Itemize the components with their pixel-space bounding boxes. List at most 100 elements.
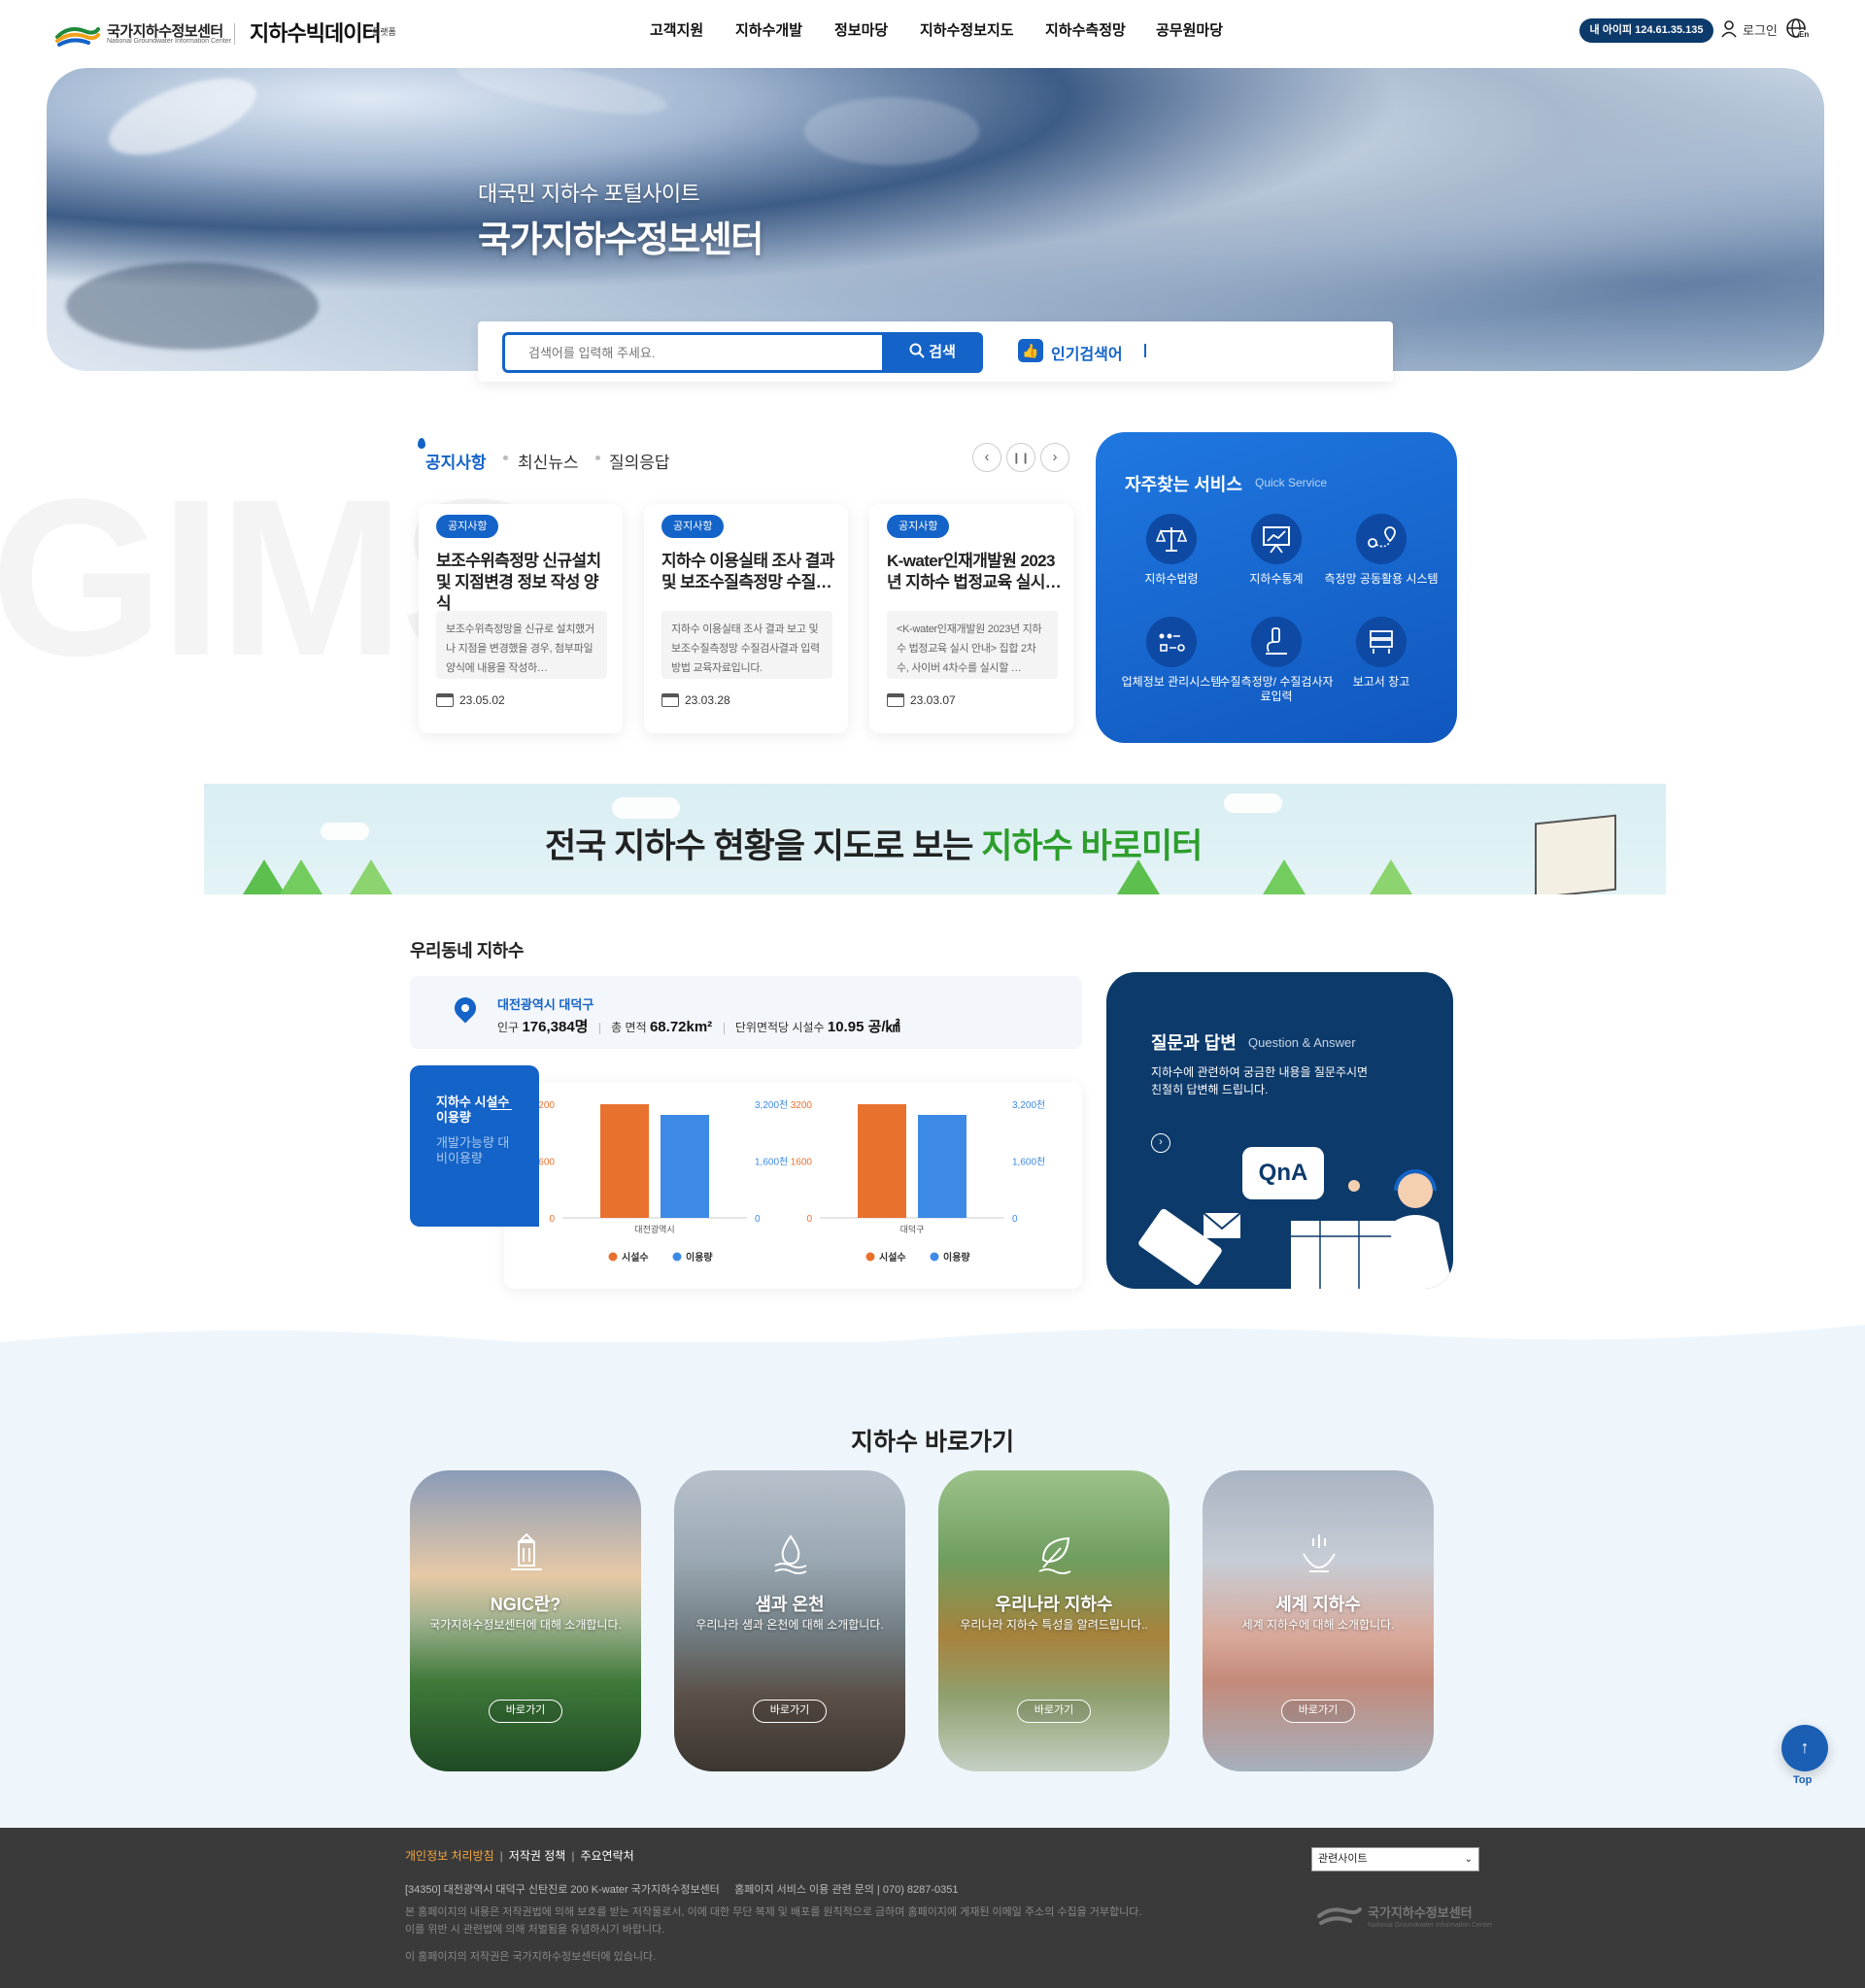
notice-card[interactable]: 공지사항 K-water인재개발원 2023년 지하수 법정교육 실시… <K-… [869, 504, 1073, 733]
nav-groundwater-map[interactable]: 지하수정보지도 [920, 19, 1014, 40]
quick-item-statistics[interactable]: 지하수통계 [1218, 514, 1335, 587]
popular-keywords[interactable]: 👍 인기검색어 [1018, 339, 1123, 364]
quick-item-law[interactable]: 지하수법령 [1113, 514, 1230, 587]
y-tick-label-right: 3,200천 [755, 1099, 788, 1111]
qna-panel[interactable]: 질문과 답변 Question & Answer 지하수에 관련하여 궁금한 내… [1106, 972, 1453, 1289]
shortcut-card-springs[interactable]: 샘과 온천 우리나라 샘과 온천에 대해 소개합니다. 바로가기 [674, 1470, 905, 1771]
chevron-down-icon: ⌄ [1464, 1854, 1473, 1865]
notice-date-text: 23.03.28 [685, 693, 730, 707]
banner-text: 전국 지하수 현황을 지도로 보는 [545, 827, 973, 865]
footer-link-privacy[interactable]: 개인정보 처리방침 [405, 1849, 494, 1863]
shortcut-go-button[interactable]: 바로가기 [489, 1700, 562, 1723]
shortcut-desc: 우리나라 샘과 온천에 대해 소개합니다. [695, 1618, 884, 1632]
bar-usage [661, 1114, 709, 1218]
shortcut-go-button[interactable]: 바로가기 [753, 1700, 827, 1723]
shortcut-desc: 세계 지하수에 대해 소개합니다. [1241, 1618, 1395, 1632]
notice-card[interactable]: 공지사항 보조수위측정망 신규설치 및 지점변경 정보 작성 양식 보조수위측정… [419, 504, 623, 733]
region-stats: 인구 176,384명 총 면적 68.72km² 단위면적당 시설수 10.9… [497, 1016, 900, 1036]
quick-item-water-quality-input[interactable]: 수질측정망/ 수질검사자료입력 [1218, 617, 1335, 704]
leaf-water-icon [1038, 1536, 1071, 1574]
population-value: 176,384명 [522, 1019, 589, 1035]
quick-item-network-share[interactable]: 측정망 공동활용 시스템 [1323, 514, 1440, 587]
popular-keywords-divider [1144, 344, 1146, 357]
related-sites-select[interactable]: 관련사이트 ⌄ [1311, 1847, 1479, 1871]
bigdata-logo[interactable]: 지하수빅데이터 [250, 17, 382, 48]
shortcut-card-world-groundwater[interactable]: 세계 지하수 세계 지하수에 대해 소개합니다. 바로가기 [1203, 1470, 1434, 1771]
mountain-decoration [280, 859, 322, 894]
population-label: 인구 [497, 1021, 520, 1034]
footer-link-contacts[interactable]: 주요연락처 [580, 1849, 633, 1863]
language-button[interactable]: En [1785, 17, 1810, 46]
nav-official-plaza[interactable]: 공무원마당 [1156, 19, 1223, 40]
nav-groundwater-dev[interactable]: 지하수개발 [735, 19, 802, 40]
notice-title[interactable]: K-water인재개발원 2023년 지하수 법정교육 실시… [887, 551, 1062, 593]
quick-item-report-archive[interactable]: 보고서 창고 [1323, 617, 1440, 690]
chart-type-box[interactable]: 지하수 시설수 이용량 개발가능량 대비이용량 [410, 1065, 539, 1227]
notice-date: 23.05.02 [436, 693, 505, 707]
tab-notice[interactable]: 공지사항 [425, 449, 487, 473]
search-input[interactable] [502, 332, 883, 373]
pause-icon: ❙❙ [1011, 453, 1031, 464]
water-splash-highlight [804, 97, 979, 165]
notice-title[interactable]: 보조수위측정망 신규설치 및 지점변경 정보 작성 양식 [436, 551, 611, 615]
hero-title: 국가지하수정보센터 [478, 219, 763, 259]
login-button[interactable]: 로그인 [1721, 20, 1778, 39]
y-tick-label-left: 1600 [791, 1158, 813, 1168]
y-tick-label-right: 0 [1012, 1214, 1018, 1225]
nav-info-plaza[interactable]: 정보마당 [834, 19, 888, 40]
category-badge: 공지사항 [887, 515, 950, 538]
category-badge: 공지사항 [661, 515, 725, 538]
area-value: 68.72km² [649, 1019, 713, 1035]
nav-monitoring-network[interactable]: 지하수측정망 [1045, 19, 1126, 40]
area-label: 총 면적 [611, 1021, 647, 1034]
density-label: 단위면적당 시설수 [734, 1021, 825, 1034]
legend-dot [672, 1252, 682, 1262]
shortcut-go-button[interactable]: 바로가기 [1281, 1700, 1355, 1723]
y-tick-label-right: 1,600천 [1012, 1157, 1045, 1168]
qna-subtitle: Question & Answer [1248, 1035, 1356, 1050]
pause-button[interactable]: ❙❙ [1006, 443, 1035, 472]
search-button[interactable]: 검색 [882, 332, 983, 373]
scroll-top-label[interactable]: Top [1793, 1774, 1812, 1786]
thumbs-up-icon: 👍 [1018, 339, 1043, 362]
related-sites-label: 관련사이트 [1318, 1853, 1368, 1865]
chevron-right-circle-icon[interactable]: › [1151, 1133, 1170, 1153]
neighborhood-title: 우리동네 지하수 [410, 941, 524, 960]
barometer-banner[interactable]: 전국 지하수 현황을 지도로 보는 지하수 바로미터 [204, 784, 1666, 894]
nav-customer-support[interactable]: 고객지원 [650, 19, 703, 40]
ngic-logo-icon[interactable] [55, 21, 100, 49]
quick-item-label: 측정망 공동활용 시스템 [1324, 572, 1439, 586]
scroll-top-button[interactable]: ↑ [1781, 1725, 1828, 1771]
shortcut-desc: 우리나라 지하수 특성을 알려드립니다.. [960, 1618, 1148, 1632]
qna-desc-line: 친절히 답변해 드립니다. [1151, 1083, 1269, 1096]
notice-card[interactable]: 공지사항 지하수 이용실태 조사 결과 및 보조수질측정망 수질… 지하수 이용… [644, 504, 848, 733]
tab-news[interactable]: 최신뉴스 [518, 449, 579, 473]
address-text: [34350] 대전광역시 대덕구 신탄진로 200 K-water 국가지하수… [405, 1884, 720, 1896]
legend-dot [930, 1252, 939, 1262]
shortcut-card-korea-groundwater[interactable]: 우리나라 지하수 우리나라 지하수 특성을 알려드립니다.. 바로가기 [938, 1470, 1170, 1771]
building-icon [511, 1533, 542, 1570]
quick-item-label: 지하수법령 [1144, 572, 1199, 586]
login-label: 로그인 [1743, 23, 1778, 38]
notice-title[interactable]: 지하수 이용실태 조사 결과 및 보조수질측정망 수질… [661, 551, 836, 593]
arrow-up-icon: ↑ [1800, 1737, 1810, 1757]
arrow-right-icon [491, 1109, 512, 1110]
cloud-decoration [1224, 793, 1282, 813]
banner-highlight: 지하수 바로미터 [981, 827, 1203, 865]
mountain-decoration [1263, 859, 1306, 894]
tab-qna[interactable]: 질의응답 [609, 449, 670, 473]
shortcut-card-ngic[interactable]: NGIC란? 국가지하수정보센터에 대해 소개합니다. 바로가기 [410, 1470, 641, 1771]
next-button[interactable]: › [1040, 443, 1069, 472]
tab-separator-dot [503, 455, 508, 460]
shortcut-desc: 국가지하수정보센터에 대해 소개합니다. [429, 1618, 622, 1632]
shortcut-go-button[interactable]: 바로가기 [1017, 1700, 1091, 1723]
language-label: En [1799, 30, 1810, 39]
x-category-label: 대전광역시 [634, 1224, 674, 1234]
chart-type-subtitle[interactable]: 개발가능량 대비이용량 [436, 1135, 514, 1166]
quick-service-subtitle: Quick Service [1255, 476, 1328, 489]
quick-item-label: 업체정보 관리시스템 [1121, 675, 1222, 689]
quick-item-company-info[interactable]: 업체정보 관리시스템 [1113, 617, 1230, 690]
qna-title: 질문과 답변 [1151, 1033, 1237, 1053]
footer-link-copyright[interactable]: 저작권 정책 [509, 1849, 566, 1863]
prev-button[interactable]: ‹ [972, 443, 1001, 472]
